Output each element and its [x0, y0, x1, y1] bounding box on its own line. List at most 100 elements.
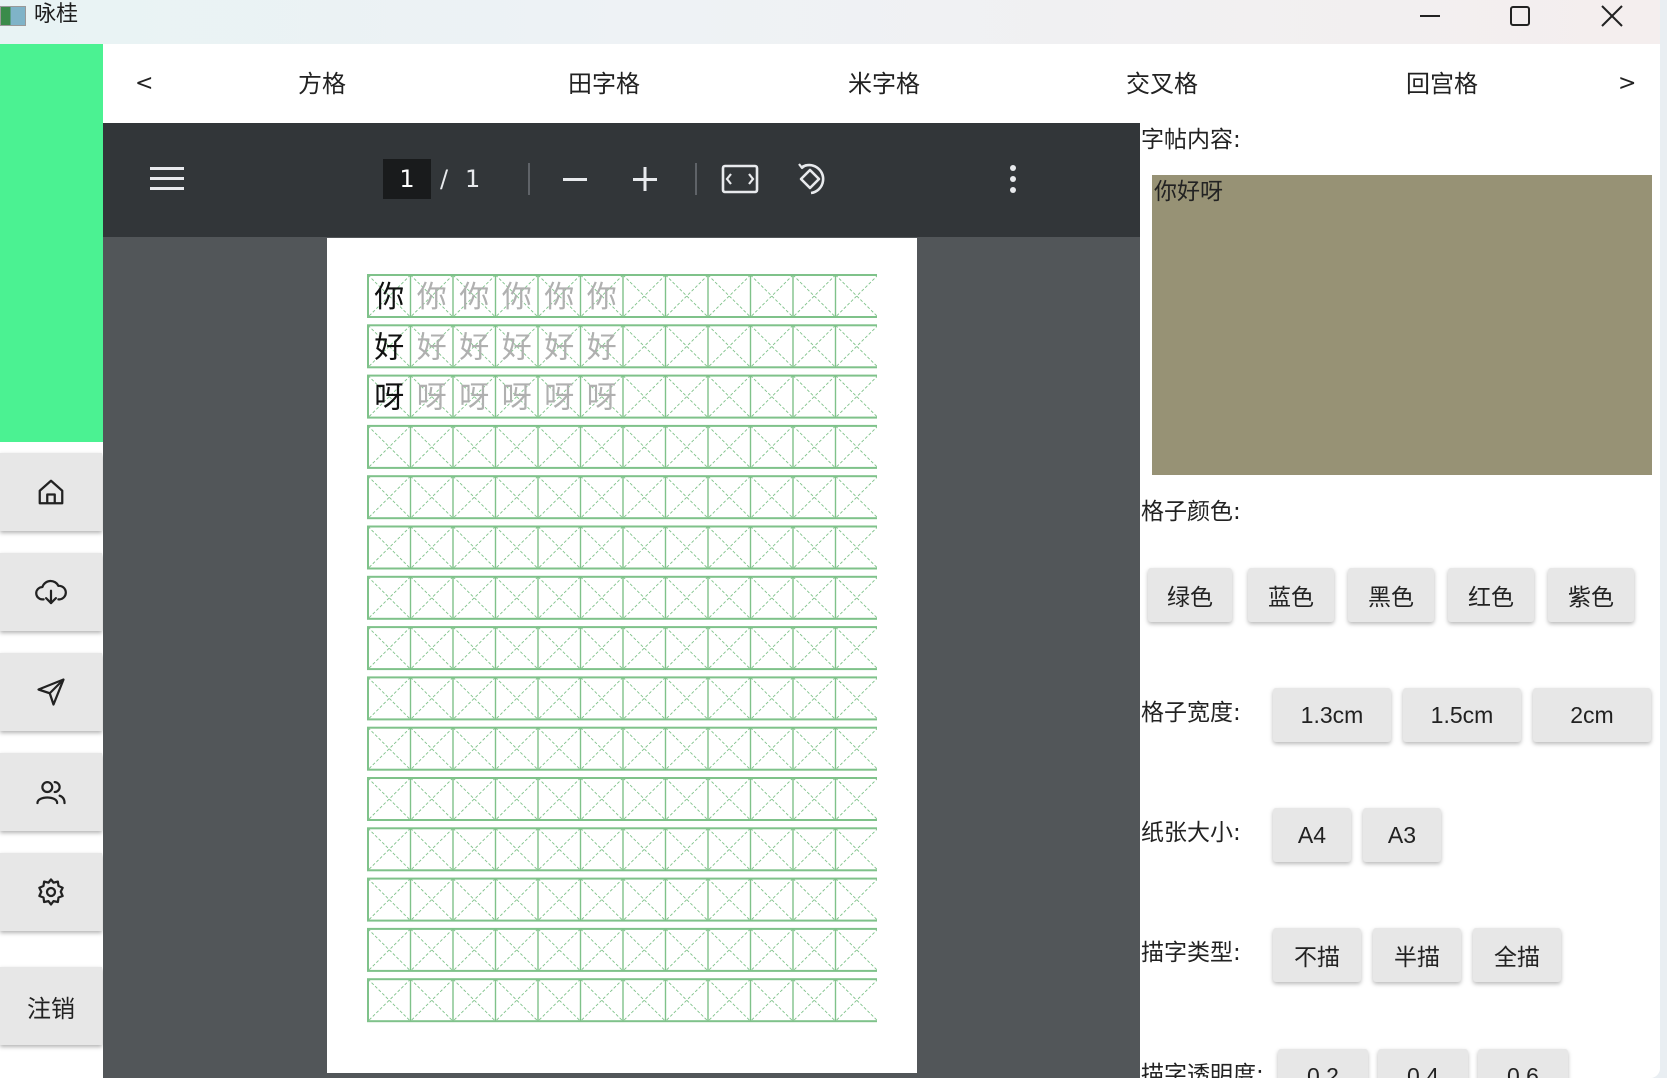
opacity-0-2-button[interactable]: 0.2: [1278, 1049, 1368, 1078]
grid-cell: [749, 727, 794, 771]
grid-cell: [792, 375, 836, 418]
grid-cell: [367, 827, 411, 871]
width-2cm-button[interactable]: 2cm: [1533, 688, 1651, 742]
minus-icon[interactable]: [553, 159, 597, 199]
grid-cell: [537, 626, 581, 670]
rotate-icon[interactable]: [785, 155, 835, 203]
grid-cell: [707, 727, 751, 771]
grid-cell: [579, 727, 624, 771]
grid-cell: [452, 526, 496, 569]
color-blue-button[interactable]: 蓝色: [1248, 568, 1334, 622]
grid-cell: 呀: [579, 375, 624, 418]
grid-cell: [834, 324, 877, 368]
grid-cell: [537, 878, 581, 921]
menu-icon[interactable]: [143, 159, 191, 199]
sidebar-item-users[interactable]: [0, 753, 102, 831]
grid-cell: [622, 827, 666, 871]
tab-prev-button[interactable]: <: [135, 64, 153, 104]
grid-row: [367, 676, 877, 721]
grid-cell: [834, 978, 877, 1022]
grid-cell: [452, 626, 496, 670]
grid-cell: [622, 677, 666, 720]
color-red-button[interactable]: 红色: [1448, 568, 1534, 622]
opacity-0-4-button[interactable]: 0.4: [1378, 1049, 1468, 1078]
content-textarea[interactable]: 你好呀: [1152, 175, 1652, 475]
grid-cell: [579, 526, 624, 569]
close-icon[interactable]: [1582, 0, 1642, 32]
grid-cell: [664, 978, 709, 1022]
grid-cell: [834, 928, 877, 972]
tab-tian[interactable]: 田字格: [568, 64, 640, 104]
grid-cell: [494, 526, 539, 569]
tab-next-button[interactable]: >: [1618, 64, 1636, 104]
opacity-0-6-button[interactable]: 0.6: [1478, 1049, 1568, 1078]
grid-cell: [664, 677, 709, 720]
page-number-input[interactable]: 1: [383, 159, 431, 199]
grid-cell: [749, 978, 794, 1022]
grid-cell: [792, 878, 836, 921]
grid-cell: [494, 425, 539, 469]
grid-row: 好好好好好好: [367, 324, 877, 369]
sidebar-item-home[interactable]: [0, 453, 102, 531]
grid-cell: [749, 475, 794, 519]
trace-character: 你: [502, 280, 532, 315]
cloud-download-icon: [35, 579, 67, 605]
grid-row: [367, 475, 877, 520]
grid-cell: [664, 827, 709, 871]
color-green-button[interactable]: 绿色: [1148, 568, 1232, 622]
grid-cell: [409, 978, 454, 1022]
width-1-3cm-button[interactable]: 1.3cm: [1273, 688, 1391, 742]
paper-a3-button[interactable]: A3: [1363, 808, 1441, 862]
grid-cell: [749, 375, 794, 418]
trace-character: 好: [459, 330, 489, 365]
tab-square[interactable]: 方格: [298, 64, 346, 104]
grid-cell: [707, 375, 751, 418]
grid-cell: [494, 878, 539, 921]
trace-half-button[interactable]: 半描: [1373, 928, 1461, 982]
tab-mi[interactable]: 米字格: [848, 64, 920, 104]
trace-full-button[interactable]: 全描: [1473, 928, 1561, 982]
grid-cell: [834, 576, 877, 620]
maximize-icon[interactable]: [1490, 0, 1550, 32]
grid-cell: 好: [452, 324, 496, 368]
tab-huigong[interactable]: 回宫格: [1406, 64, 1478, 104]
grid-cell: [792, 576, 836, 620]
grid-cell: 你: [537, 274, 581, 318]
grid-cell: [537, 777, 581, 821]
grid-cell: [409, 677, 454, 720]
grid-cell: [792, 324, 836, 368]
trace-character: 好: [587, 330, 617, 365]
grid-cell: [452, 425, 496, 469]
grid-cell: [749, 425, 794, 469]
paper-a4-button[interactable]: A4: [1273, 808, 1351, 862]
color-black-button[interactable]: 黑色: [1348, 568, 1434, 622]
more-vertical-icon[interactable]: [998, 157, 1028, 201]
fit-page-icon[interactable]: [715, 157, 765, 201]
trace-none-button[interactable]: 不描: [1273, 928, 1361, 982]
color-purple-button[interactable]: 紫色: [1548, 568, 1634, 622]
grid-cell: [834, 827, 877, 871]
home-icon: [38, 479, 64, 505]
grid-cell: [409, 626, 454, 670]
tab-cross[interactable]: 交叉格: [1126, 64, 1198, 104]
sidebar-item-download[interactable]: [0, 553, 102, 631]
width-1-5cm-button[interactable]: 1.5cm: [1403, 688, 1521, 742]
grid-cell: [834, 727, 877, 771]
grid-cell: [367, 978, 411, 1022]
pdf-toolbar: 1 / 1: [103, 123, 1140, 237]
grid-cell: [452, 777, 496, 821]
logout-button[interactable]: 注销: [0, 967, 102, 1045]
plus-icon[interactable]: [623, 159, 667, 199]
sidebar-item-settings[interactable]: [0, 853, 102, 931]
grid-cell: [749, 777, 794, 821]
grid-cell: [707, 274, 751, 318]
sidebar-item-send[interactable]: [0, 653, 102, 731]
grid-cell: [792, 274, 836, 318]
grid-cell: 你: [494, 274, 539, 318]
grid-cell: [707, 425, 751, 469]
grid-cell: [622, 928, 666, 972]
grid-cell: [367, 475, 411, 519]
minimize-icon[interactable]: [1400, 0, 1460, 32]
grid-cell: [409, 878, 454, 921]
grid-cell: [749, 878, 794, 921]
